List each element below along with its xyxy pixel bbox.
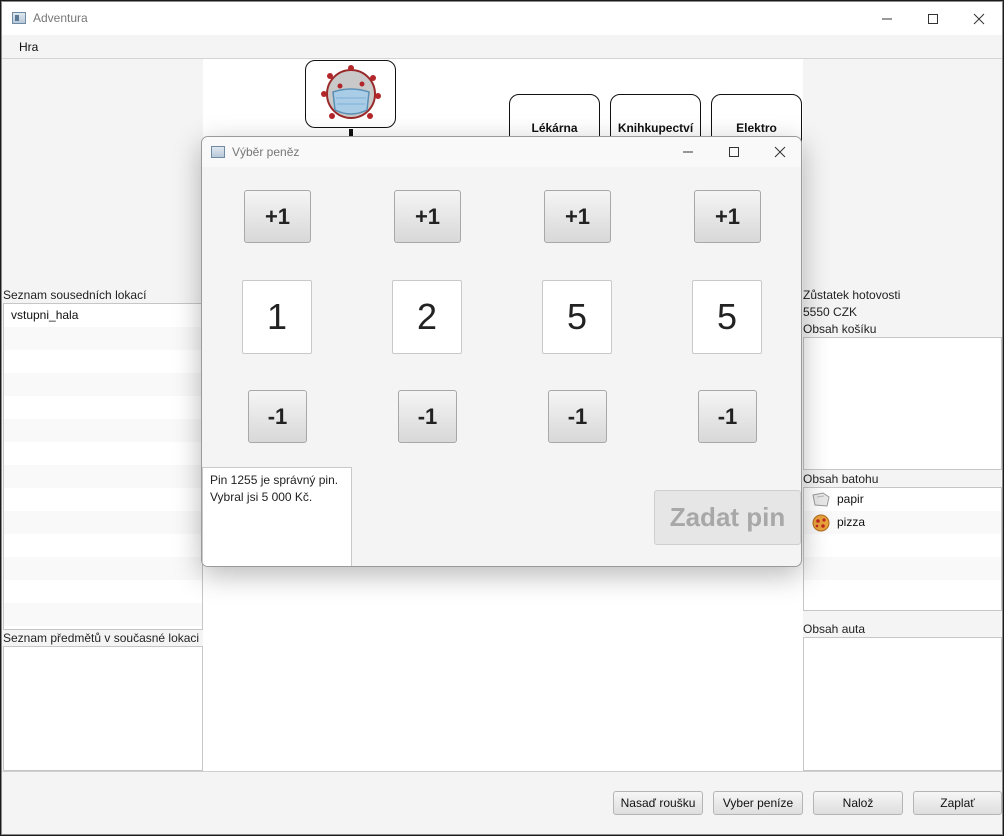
title-bar: Adventura (2, 2, 1002, 35)
close-icon (973, 13, 985, 24)
dialog-title: Výběr peněz (232, 145, 300, 159)
close-button[interactable] (956, 2, 1002, 35)
window-title: Adventura (33, 11, 88, 25)
cash-label: Zůstatek hotovosti (803, 288, 901, 302)
car-label: Obsah auta (803, 622, 866, 636)
menu-bar: Hra (2, 35, 1002, 59)
items-list[interactable] (3, 646, 203, 771)
dialog-title-bar: Výběr peněz (202, 137, 801, 167)
backpack-list[interactable]: papir pizza (803, 487, 1002, 611)
digit-2-decrement-button[interactable]: -1 (398, 390, 457, 443)
cash-value: 5550 CZK (803, 305, 858, 319)
backpack-item-label: papir (837, 492, 864, 506)
mask-button[interactable]: Nasaď roušku (613, 791, 703, 815)
backpack-item-label: pizza (837, 515, 866, 529)
virus-icon (320, 65, 381, 119)
pin-digit-2: 2 (392, 280, 462, 354)
maximize-icon (729, 147, 739, 157)
pin-digit-4: 5 (692, 280, 762, 354)
dialog-minimize-button[interactable] (665, 137, 711, 167)
player-avatar (305, 60, 396, 128)
digit-4-increment-button[interactable]: +1 (694, 190, 761, 243)
message-line: Vybral jsi 5 000 Kč. (210, 490, 313, 504)
message-line: Pin 1255 je správný pin. (210, 473, 339, 487)
enter-pin-button[interactable]: Zadat pin (654, 490, 801, 545)
backpack-label: Obsah batohu (803, 472, 879, 486)
neighbors-list[interactable]: vstupni_hala (3, 303, 203, 630)
paper-icon (812, 491, 830, 507)
pin-digit-1: 1 (242, 280, 312, 354)
load-button[interactable]: Nalož (813, 791, 903, 815)
list-item[interactable]: papir (804, 488, 1001, 511)
digit-2-increment-button[interactable]: +1 (394, 190, 461, 243)
digit-1-increment-button[interactable]: +1 (244, 190, 311, 243)
car-list[interactable] (803, 637, 1002, 771)
menu-hra[interactable]: Hra (19, 40, 38, 54)
divider (2, 771, 1002, 772)
neighbors-label: Seznam sousedních lokací (3, 288, 147, 302)
dialog-app-icon (211, 146, 225, 158)
digit-3-decrement-button[interactable]: -1 (548, 390, 607, 443)
close-icon (774, 146, 786, 158)
digit-3-increment-button[interactable]: +1 (544, 190, 611, 243)
items-label: Seznam předmětů v současné lokaci (3, 631, 200, 645)
message-area[interactable]: Pin 1255 je správný pin. Vybral jsi 5 00… (202, 467, 352, 566)
withdraw-dialog: Výběr peněz +1 +1 +1 +1 1 2 5 5 -1 -1 -1… (201, 136, 802, 567)
withdraw-button[interactable]: Vyber peníze (713, 791, 803, 815)
digit-1-decrement-button[interactable]: -1 (248, 390, 307, 443)
pizza-icon (812, 514, 830, 531)
maximize-button[interactable] (910, 2, 956, 35)
basket-label: Obsah košíku (803, 322, 877, 336)
dialog-close-button[interactable] (757, 137, 801, 167)
dialog-maximize-button[interactable] (711, 137, 757, 167)
list-item[interactable]: vstupni_hala (4, 304, 202, 327)
minimize-icon (882, 18, 892, 19)
maximize-icon (928, 13, 938, 24)
minimize-button[interactable] (864, 2, 910, 35)
pin-digit-3: 5 (542, 280, 612, 354)
list-item[interactable]: pizza (804, 511, 1001, 534)
app-icon (12, 12, 26, 24)
pay-button[interactable]: Zaplať (913, 791, 1002, 815)
basket-list[interactable] (803, 337, 1002, 470)
digit-4-decrement-button[interactable]: -1 (698, 390, 757, 443)
minimize-icon (683, 151, 693, 153)
